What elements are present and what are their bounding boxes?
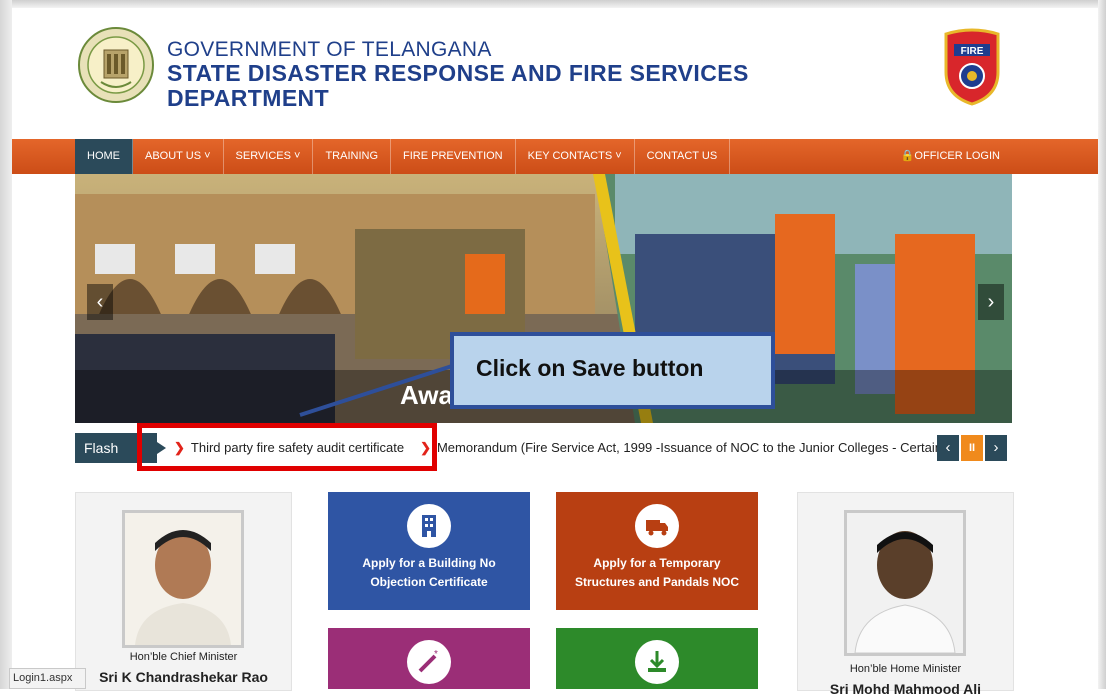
portrait-icon xyxy=(847,513,963,654)
nav-fire-prevention[interactable]: FIRE PREVENTION xyxy=(391,139,516,174)
flash-prev-button[interactable]: ‹ xyxy=(937,435,959,461)
service-tile-download[interactable] xyxy=(556,628,758,689)
download-icon xyxy=(635,640,679,684)
department-title: GOVERNMENT OF TELANGANA STATE DISASTER R… xyxy=(167,38,749,111)
magic-wand-icon: * xyxy=(407,640,451,684)
main-navbar: HOME ABOUT US ˅ SERVICES ˅ TRAINING FIRE… xyxy=(12,139,1098,174)
window-frame-top xyxy=(0,0,1106,8)
chief-minister-photo xyxy=(122,510,244,648)
chief-minister-card: Hon’ble Chief Minister Sri K Chandrashek… xyxy=(75,492,292,691)
highlight-box xyxy=(137,423,437,471)
home-minister-name: Sri Mohd Mahmood Ali xyxy=(829,681,982,697)
nav-training[interactable]: TRAINING xyxy=(313,139,391,174)
nav-about-us[interactable]: ABOUT US ˅ xyxy=(133,139,224,174)
home-minister-photo xyxy=(844,510,966,656)
nav-menu: HOME ABOUT US ˅ SERVICES ˅ TRAINING FIRE… xyxy=(75,139,731,174)
chief-minister-name: Sri K Chandrashekar Rao xyxy=(99,669,268,685)
home-minister-card: Hon’ble Home Minister Sri Mohd Mahmood A… xyxy=(797,492,1014,697)
temporary-structures-noc-label: Apply for a Temporary Structures and Pand… xyxy=(574,556,740,589)
nav-key-contacts[interactable]: KEY CONTACTS ˅ xyxy=(516,139,635,174)
home-minister-caption: Hon’ble Home Minister xyxy=(849,663,962,675)
chief-minister-caption: Hon’ble Chief Minister xyxy=(129,651,238,663)
slider-prev-button[interactable]: ‹ xyxy=(87,284,113,320)
department-name-line2: DEPARTMENT xyxy=(167,85,330,111)
temporary-structures-noc-tile[interactable]: Apply for a Temporary Structures and Pand… xyxy=(556,492,758,610)
nav-services[interactable]: SERVICES ˅ xyxy=(224,139,314,174)
flash-next-button[interactable]: › xyxy=(985,435,1007,461)
building-noc-tile[interactable]: Apply for a Building No Objection Certifi… xyxy=(328,492,530,610)
svg-text:FIRE: FIRE xyxy=(961,46,984,57)
portrait-icon xyxy=(125,513,241,645)
nav-home[interactable]: HOME xyxy=(75,139,133,174)
callout-text: Click on Save button xyxy=(476,355,704,381)
news-item-memorandum[interactable]: Memorandum (Fire Service Act, 1999 -Issu… xyxy=(437,440,938,455)
site-header: GOVERNMENT OF TELANGANA STATE DISASTER R… xyxy=(12,8,1098,139)
telangana-emblem-icon[interactable] xyxy=(77,26,155,104)
window-frame-left xyxy=(0,0,12,689)
browser-status-url: Login1.aspx xyxy=(9,668,86,689)
nav-contact-us[interactable]: CONTACT US xyxy=(635,139,731,174)
service-tile-magic[interactable]: * xyxy=(328,628,530,689)
truck-icon xyxy=(635,504,679,548)
flash-pause-button[interactable]: II xyxy=(961,435,983,461)
government-name: GOVERNMENT OF TELANGANA xyxy=(167,38,492,61)
building-icon xyxy=(407,504,451,548)
department-name-line1: STATE DISASTER RESPONSE AND FIRE SERVICE… xyxy=(167,60,749,86)
callout-pointer xyxy=(299,364,453,417)
officer-login-link[interactable]: 🔒OFFICER LOGIN xyxy=(901,139,1000,174)
svg-text:*: * xyxy=(434,649,438,660)
fire-service-badge-icon: FIRE xyxy=(944,28,1000,106)
building-noc-label: Apply for a Building No Objection Certifi… xyxy=(362,556,496,589)
window-frame-right xyxy=(1098,0,1106,689)
instruction-callout: Click on Save button xyxy=(450,332,775,409)
slider-next-button[interactable]: › xyxy=(978,284,1004,320)
